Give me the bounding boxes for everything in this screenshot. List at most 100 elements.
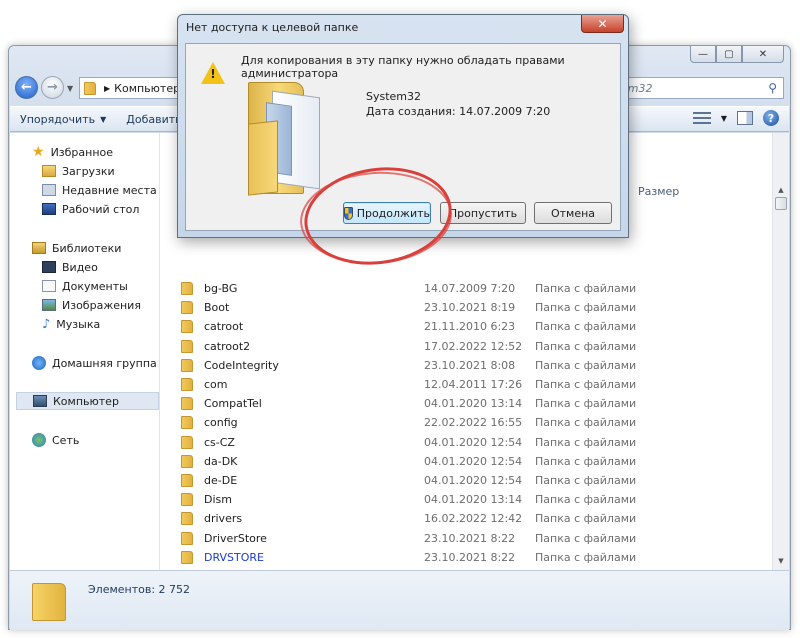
homegroup-icon bbox=[32, 356, 46, 370]
organize-label: Упорядочить bbox=[20, 112, 96, 126]
sidebar-item-label: Недавние места bbox=[62, 183, 157, 197]
sidebar-item-label: Рабочий стол bbox=[62, 202, 140, 216]
add-label: Добавить bbox=[126, 112, 182, 126]
row-name: config bbox=[204, 416, 238, 430]
help-icon[interactable]: ? bbox=[763, 110, 779, 126]
table-row[interactable]: cs-CZ 04.01.2020 12:54 Папка с файлами bbox=[161, 433, 761, 452]
dialog-title: Нет доступа к целевой папке bbox=[186, 21, 359, 34]
minimize-button[interactable]: — bbox=[690, 46, 716, 63]
video-icon bbox=[42, 261, 56, 273]
row-date: 22.02.2022 16:55 bbox=[424, 416, 523, 430]
table-row[interactable]: Boot 23.10.2021 8:19 Папка с файлами bbox=[161, 298, 761, 317]
breadcrumb-computer[interactable]: Компьютер bbox=[114, 82, 180, 95]
cancel-button[interactable]: Отмена bbox=[534, 202, 612, 224]
table-row[interactable]: Dism 04.01.2020 13:14 Папка с файлами bbox=[161, 490, 761, 509]
sidebar-item-recent[interactable]: Недавние места bbox=[42, 181, 157, 199]
sidebar-item-label: Музыка bbox=[56, 317, 101, 331]
continue-label: Продолжить bbox=[356, 206, 430, 220]
row-name: da-DK bbox=[204, 454, 238, 468]
view-dropdown-icon[interactable]: ▼ bbox=[721, 114, 727, 123]
row-name: de-DE bbox=[204, 474, 238, 487]
row-type: Папка с файлами bbox=[535, 474, 637, 487]
dialog-message: Для копирования в эту папку нужно облада… bbox=[241, 54, 565, 80]
warning-mark-icon: ! bbox=[210, 67, 216, 81]
folder-icon bbox=[181, 320, 193, 334]
access-denied-dialog: Нет доступа к целевой папке ✕ ! Для копи… bbox=[177, 14, 629, 238]
sidebar-item-label: Видео bbox=[62, 260, 98, 274]
sidebar-item-downloads[interactable]: Загрузки bbox=[42, 162, 115, 180]
organize-button[interactable]: Упорядочить ▼ bbox=[10, 107, 116, 131]
sidebar-item-libraries[interactable]: Библиотеки bbox=[32, 239, 121, 257]
computer-icon bbox=[33, 395, 47, 407]
table-row[interactable]: com 12.04.2011 17:26 Папка с файлами bbox=[161, 375, 761, 394]
folder-icon bbox=[32, 583, 66, 621]
table-row[interactable]: CompatTel 04.01.2020 13:14 Папка с файлами bbox=[161, 394, 761, 413]
folder-icon bbox=[181, 512, 193, 526]
column-header-size[interactable]: Размер bbox=[638, 185, 679, 198]
row-name: CompatTel bbox=[204, 397, 262, 411]
row-type: Папка с файлами bbox=[535, 512, 637, 526]
table-row[interactable]: da-DK 04.01.2020 12:54 Папка с файлами bbox=[161, 452, 761, 471]
maximize-button[interactable]: ▢ bbox=[716, 46, 742, 63]
row-date: 14.07.2009 7:20 bbox=[424, 282, 516, 295]
preview-pane-icon[interactable] bbox=[737, 111, 753, 125]
folder-icon bbox=[181, 301, 193, 315]
history-dropdown-icon[interactable]: ▼ bbox=[67, 84, 73, 93]
sidebar-item-label: Библиотеки bbox=[52, 241, 122, 255]
sidebar-item-music[interactable]: ♪ Музыка bbox=[42, 315, 100, 333]
table-row[interactable]: CodeIntegrity 23.10.2021 8:08 Папка с файл… bbox=[161, 356, 761, 375]
arrow-left-icon: ← bbox=[21, 80, 32, 95]
row-name: bg-BG bbox=[204, 282, 238, 295]
item-count: Элементов: 2 752 bbox=[88, 583, 191, 596]
forward-button[interactable]: → bbox=[41, 76, 64, 99]
sidebar-item-label: Домашняя группа bbox=[52, 356, 157, 370]
skip-button[interactable]: Пропустить bbox=[440, 202, 526, 224]
row-date: 04.01.2020 13:14 bbox=[424, 493, 523, 507]
table-row[interactable]: catroot 21.11.2010 6:23 Папка с файлами bbox=[161, 317, 761, 336]
sidebar-item-desktop[interactable]: Рабочий стол bbox=[42, 200, 139, 218]
view-options-icon[interactable] bbox=[692, 110, 711, 126]
sidebar-item-favorites[interactable]: ★ Избранное bbox=[32, 143, 113, 161]
row-type: Папка с файлами bbox=[535, 416, 637, 430]
row-type: Папка с файлами bbox=[535, 397, 637, 411]
chevron-right-icon[interactable]: ▶ bbox=[104, 84, 110, 93]
row-date: 23.10.2021 8:08 bbox=[424, 358, 516, 372]
table-row[interactable]: de-DE 04.01.2020 12:54 Папка с файлами bbox=[161, 471, 761, 490]
table-row[interactable]: catroot2 17.02.2022 12:52 Папка с файлами bbox=[161, 337, 761, 356]
scroll-down-icon[interactable]: ▼ bbox=[775, 554, 787, 568]
search-icon[interactable]: ⚲ bbox=[768, 81, 777, 95]
target-folder-name: System32 bbox=[366, 90, 422, 103]
dialog-close-button[interactable]: ✕ bbox=[581, 15, 624, 33]
sidebar-item-computer[interactable]: Компьютер bbox=[16, 392, 159, 410]
sidebar-item-label: Сеть bbox=[52, 433, 80, 447]
row-date: 23.10.2021 8:22 bbox=[424, 531, 516, 545]
sidebar-item-video[interactable]: Видео bbox=[42, 258, 98, 276]
sidebar-item-documents[interactable]: Документы bbox=[42, 277, 128, 295]
sidebar-item-label: Изображения bbox=[62, 298, 141, 312]
scroll-up-icon[interactable]: ▲ bbox=[775, 183, 787, 197]
table-row[interactable]: drivers 16.02.2022 12:42 Папка с файлами bbox=[161, 509, 761, 528]
sidebar-item-network[interactable]: Сеть bbox=[32, 431, 79, 449]
row-date: 23.10.2021 8:22 bbox=[424, 550, 516, 564]
continue-button[interactable]: Продолжить bbox=[343, 202, 431, 224]
table-row[interactable]: DRVSTORE 23.10.2021 8:22 Папка с файлами bbox=[161, 548, 761, 567]
row-date: 21.11.2010 6:23 bbox=[424, 320, 516, 334]
row-type: Папка с файлами bbox=[535, 301, 637, 315]
arrow-right-icon: → bbox=[47, 80, 58, 95]
vertical-scrollbar[interactable]: ▲ ▼ bbox=[772, 133, 789, 570]
search-input[interactable]: em32 ⚲ bbox=[614, 77, 784, 99]
row-name: drivers bbox=[204, 512, 243, 526]
row-name: catroot bbox=[204, 320, 244, 334]
table-row[interactable]: DriverStore 23.10.2021 8:22 Папка с файлам… bbox=[161, 529, 761, 548]
close-button[interactable]: ✕ bbox=[742, 46, 784, 63]
scrollbar-thumb[interactable] bbox=[775, 197, 787, 210]
sidebar-item-homegroup[interactable]: Домашняя группа bbox=[32, 354, 157, 372]
folder-icon bbox=[181, 378, 193, 391]
dialog-body: ! Для копирования в эту папку нужно обла… bbox=[185, 43, 621, 231]
table-row[interactable]: bg-BG 14.07.2009 7:20 Папка с файлами bbox=[161, 279, 761, 298]
back-button[interactable]: ← bbox=[15, 76, 38, 99]
close-icon: ✕ bbox=[597, 16, 608, 31]
sidebar-item-images[interactable]: Изображения bbox=[42, 296, 141, 314]
row-date: 16.02.2022 12:42 bbox=[424, 512, 523, 526]
table-row[interactable]: config 22.02.2022 16:55 Папка с файлами bbox=[161, 413, 761, 432]
